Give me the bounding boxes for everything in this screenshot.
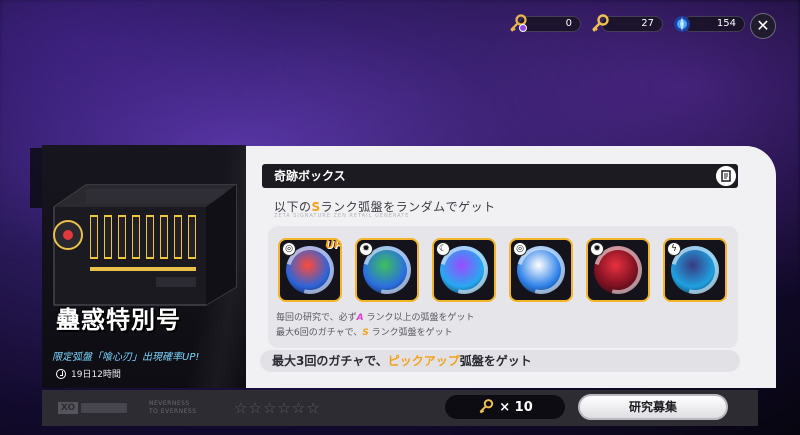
currency-bar: 0 27 154 [505,14,745,34]
close-button[interactable]: ✕ [750,13,776,39]
disk-list: ◎ UP ✹ ☾ ◎ ✹ ϟ 毎回の研究で、必ずA ランク以上の弧盤をゲット 最大6回のガチ… [268,226,738,348]
swirl-icon: ◎ [282,242,296,256]
blue-crystal-icon [671,13,693,35]
bolt-icon: ϟ [667,242,681,256]
note-guarantee-a: 毎回の研究で、必ずA ランク以上の弧盤をゲット [276,310,474,323]
card-header: 奇跡ボックス [262,164,738,188]
key-with-purple-gem-icon [507,13,529,35]
pickup-text: 最大3回のガチャで、 [272,354,388,368]
note-text: ランク以上の弧盤をゲット [363,313,475,323]
fine-print: ZETA SIGNATURE ZEN RETAIL GENERATE [274,213,410,219]
pickup-info: 最大3回のガチャで、ピックアップ弧盤をゲット [260,350,740,372]
currency-key-purple[interactable]: 0 [505,14,581,34]
pickup-up-badge: UP [325,238,342,251]
pickup-text: 弧盤をゲット [459,354,532,368]
tagline-line-1: NEVERNESS [149,400,190,407]
miracle-box-card: 奇跡ボックス 以下のSランク弧盤をランダムでゲット ZETA SIGNATURE… [246,146,776,388]
pickup-highlight: ピックアップ [387,354,460,368]
swirl-icon: ◎ [513,242,527,256]
time-remaining: 19日12時間 [56,367,121,380]
time-remaining-text: 19日12時間 [71,370,121,380]
star-rating: ☆☆☆☆☆☆ [234,399,321,417]
desc-prefix: 以下の [274,200,312,214]
gear-icon: ✹ [359,242,373,256]
desc-suffix: ランク弧盤をランダムでゲット [320,200,496,214]
supply-crate-image [53,184,237,306]
note-text: 毎回の研究で、必ず [276,313,357,323]
golden-key-icon [589,13,611,35]
banner-subtitle: 限定弧盤「喰心刃」出現確率UP! [52,352,200,363]
banner-title: 蠱惑特別号 [56,306,181,334]
note-text: ランク弧盤をゲット [368,328,453,338]
arc-disk-item[interactable]: ✹ [586,238,650,302]
footer-bar: XO NEVERNESS TO EVERNESS ☆☆☆☆☆☆ × 10 研究募… [42,390,758,426]
cost-value: × 10 [499,399,533,415]
tagline: NEVERNESS TO EVERNESS [149,400,197,416]
note-rank: A [356,313,364,323]
arc-disk-item[interactable]: ◎ UP [278,238,342,302]
desc-rank: S [311,200,321,214]
banner-panel: 蠱惑特別号 限定弧盤「喰心刃」出現確率UP! 19日12時間 [42,145,246,388]
recruit-button[interactable]: 研究募集 [578,394,728,420]
close-icon: ✕ [756,16,770,35]
moon-icon: ☾ [436,242,450,256]
currency-key-gold[interactable]: 27 [587,14,663,34]
note-guarantee-s: 最大6回のガチャで、S ランク弧盤をゲット [276,325,453,338]
arc-disk-item[interactable]: ϟ [663,238,727,302]
currency-crystal[interactable]: 154 [669,14,745,34]
document-icon [721,170,731,182]
game-logo: XO [58,402,128,414]
note-text: 最大6回のガチャで、 [276,328,363,338]
golden-key-icon [479,399,494,414]
arc-disk-item[interactable]: ☾ [432,238,496,302]
logo-text: XO [58,402,78,414]
arc-disk-item[interactable]: ✹ [355,238,419,302]
recruit-cost: × 10 [445,395,565,419]
details-button[interactable] [714,164,738,188]
tagline-line-2: TO EVERNESS [149,408,197,415]
clock-icon [56,368,66,379]
arc-disk-item[interactable]: ◎ [509,238,573,302]
gear-icon: ✹ [590,242,604,256]
